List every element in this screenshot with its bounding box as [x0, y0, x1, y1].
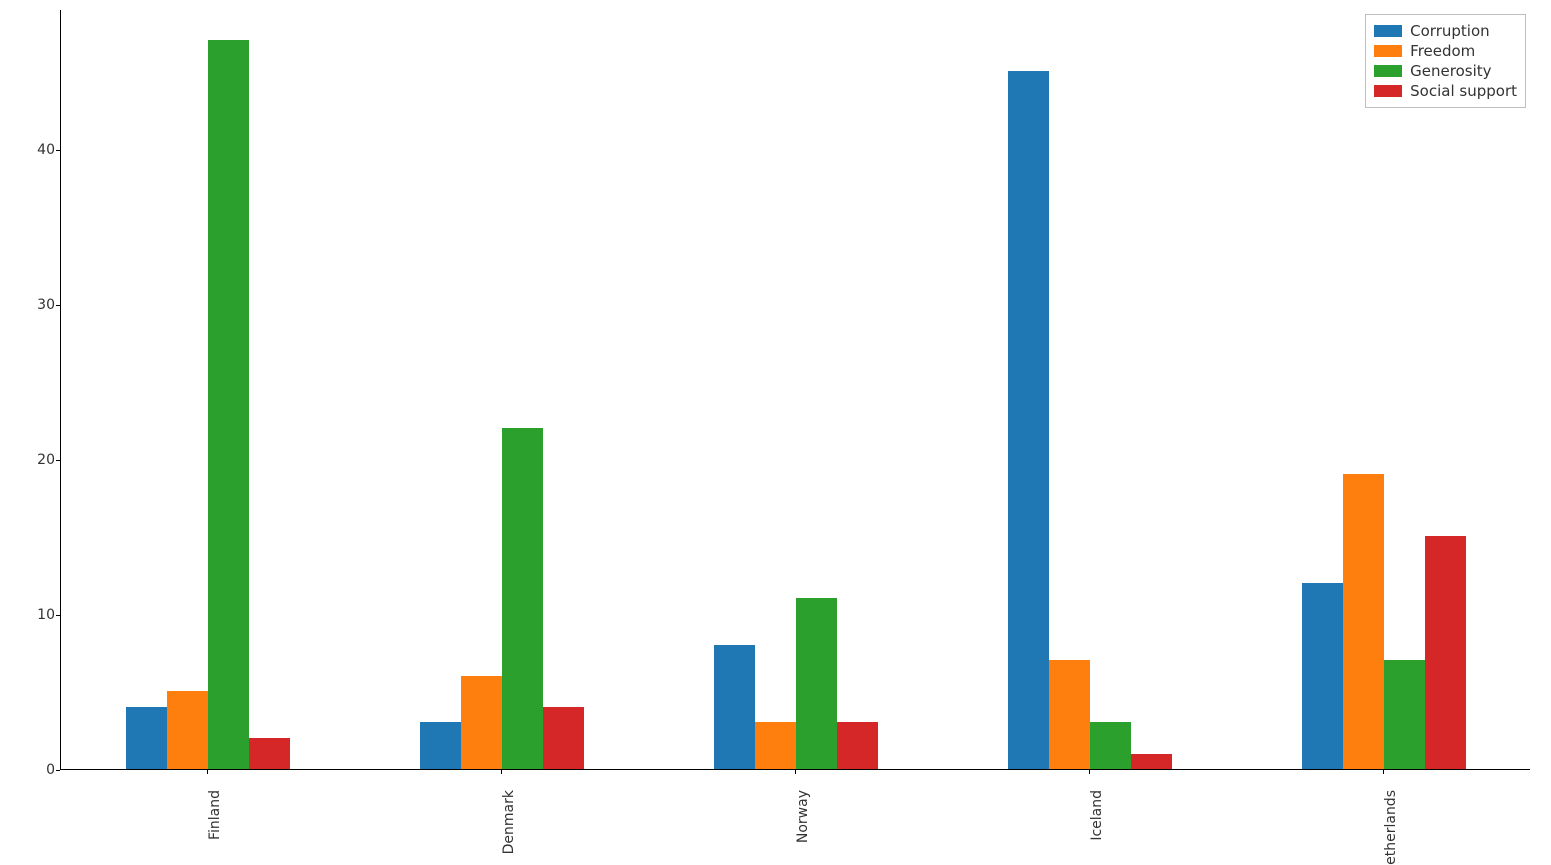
ytick-mark — [56, 150, 60, 151]
bar-freedom — [1049, 660, 1090, 769]
bar-social-support — [837, 722, 878, 769]
xtick-mark — [1089, 770, 1090, 774]
legend-item: Freedom — [1374, 41, 1517, 61]
legend-item: Generosity — [1374, 61, 1517, 81]
ytick-mark — [56, 615, 60, 616]
xtick-label: etherlands — [1383, 790, 1399, 865]
legend-swatch — [1374, 45, 1402, 57]
legend-item: Corruption — [1374, 21, 1517, 41]
bar-freedom — [461, 676, 502, 769]
xtick-mark — [795, 770, 796, 774]
ytick-mark — [56, 770, 60, 771]
bar-generosity — [1384, 660, 1425, 769]
bar-generosity — [796, 598, 837, 769]
ytick-label: 10 — [37, 607, 55, 623]
legend-swatch — [1374, 25, 1402, 37]
bar-social-support — [249, 738, 290, 769]
xtick-label: Finland — [207, 790, 223, 840]
legend-swatch — [1374, 65, 1402, 77]
legend: CorruptionFreedomGenerositySocial suppor… — [1365, 14, 1526, 108]
bar-freedom — [755, 722, 796, 769]
xtick-mark — [1383, 770, 1384, 774]
ytick-mark — [56, 460, 60, 461]
ytick-label: 30 — [37, 297, 55, 313]
xtick-mark — [501, 770, 502, 774]
bar-freedom — [1343, 474, 1384, 769]
bar-social-support — [543, 707, 584, 769]
bar-generosity — [502, 428, 543, 769]
bar-corruption — [1302, 583, 1343, 769]
ytick-label: 20 — [37, 452, 55, 468]
legend-label: Corruption — [1410, 21, 1489, 41]
bar-corruption — [420, 722, 461, 769]
xtick-mark — [207, 770, 208, 774]
chart-container: CorruptionFreedomGenerositySocial suppor… — [0, 0, 1551, 860]
legend-label: Social support — [1410, 81, 1517, 101]
ytick-label: 0 — [46, 762, 55, 778]
bar-social-support — [1425, 536, 1466, 769]
xtick-label: Iceland — [1089, 790, 1105, 841]
ytick-mark — [56, 305, 60, 306]
plot-area — [60, 10, 1530, 770]
bar-corruption — [1008, 71, 1049, 769]
legend-swatch — [1374, 85, 1402, 97]
bar-generosity — [208, 40, 249, 769]
legend-label: Freedom — [1410, 41, 1475, 61]
bar-social-support — [1131, 754, 1172, 770]
legend-item: Social support — [1374, 81, 1517, 101]
xtick-label: Denmark — [501, 790, 517, 854]
xtick-label: Norway — [795, 790, 811, 843]
legend-label: Generosity — [1410, 61, 1491, 81]
bar-corruption — [126, 707, 167, 769]
bar-generosity — [1090, 722, 1131, 769]
bar-freedom — [167, 691, 208, 769]
ytick-label: 40 — [37, 142, 55, 158]
bar-corruption — [714, 645, 755, 769]
